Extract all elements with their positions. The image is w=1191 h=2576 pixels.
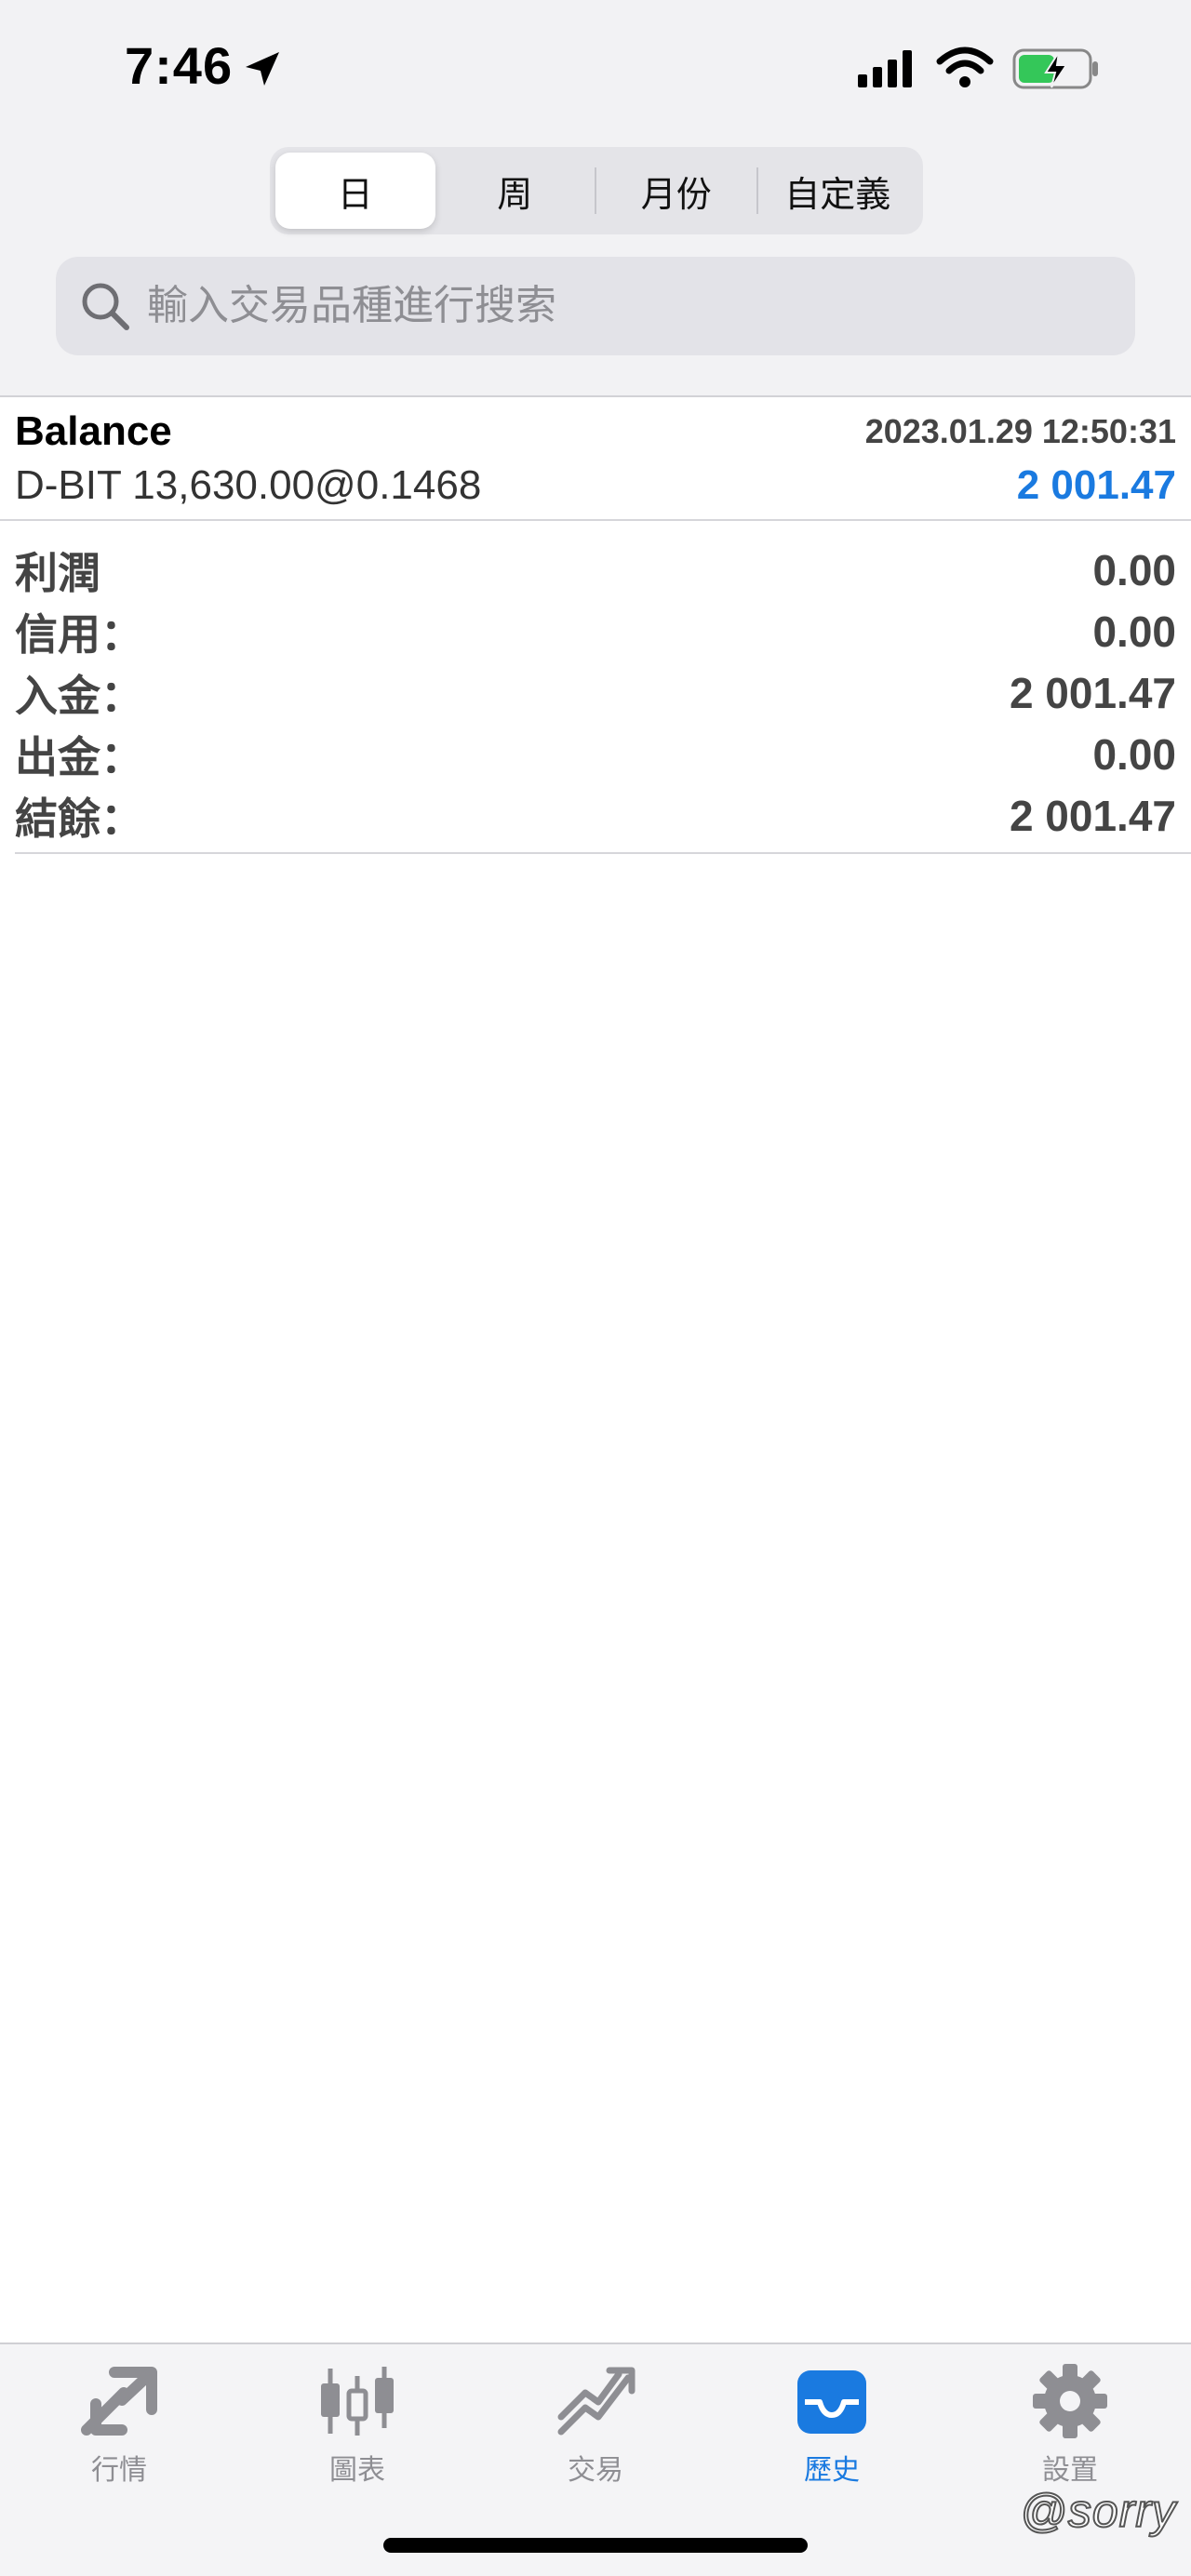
quotes-arrows-icon xyxy=(81,2367,157,2436)
search-icon xyxy=(82,283,129,330)
cellular-signal-icon xyxy=(858,50,912,87)
deal-type: Balance xyxy=(15,408,172,454)
tab-label: 交易 xyxy=(568,2455,623,2486)
summary-value: 0.00 xyxy=(1092,730,1176,779)
segment-month[interactable]: 月份 xyxy=(596,153,756,229)
summary-value: 2 001.47 xyxy=(1009,792,1176,840)
summary-label: 結餘： xyxy=(15,794,143,843)
header-area: 7:46 日 周 月份 自定義 xyxy=(0,0,1191,397)
deal-description: D-BIT 13,630.00@0.1468 xyxy=(15,462,482,508)
tab-history[interactable]: 歷史 xyxy=(748,2363,916,2503)
status-time: 7:46 xyxy=(125,36,234,95)
tab-label: 設置 xyxy=(1042,2455,1098,2486)
home-indicator[interactable] xyxy=(383,2538,808,2553)
tab-settings[interactable]: 設置 xyxy=(986,2363,1154,2503)
period-segmented-control: 日 周 月份 自定義 xyxy=(270,147,923,234)
tab-charts[interactable]: 圖表 xyxy=(274,2363,441,2503)
deal-amount: 2 001.47 xyxy=(1016,462,1176,508)
search-input[interactable] xyxy=(147,283,1115,329)
summary-panel: 利潤 0.00 信用： 0.00 入金： 2 001.47 出金： 0.00 結… xyxy=(0,540,1191,856)
segment-week[interactable]: 周 xyxy=(435,153,596,229)
summary-label: 入金： xyxy=(15,672,143,720)
battery-charging-icon xyxy=(1012,48,1098,89)
location-arrow-icon xyxy=(246,52,279,86)
segment-day[interactable]: 日 xyxy=(275,153,435,229)
watermark: @sorry xyxy=(1019,2484,1176,2538)
summary-divider xyxy=(15,852,1191,854)
tab-quotes[interactable]: 行情 xyxy=(35,2363,203,2503)
wifi-icon xyxy=(936,47,994,87)
summary-value: 0.00 xyxy=(1092,607,1176,656)
summary-label: 利潤 xyxy=(15,549,100,597)
summary-value: 2 001.47 xyxy=(1009,669,1176,717)
tab-label: 圖表 xyxy=(329,2455,385,2486)
summary-row-withdrawal: 出金： 0.00 xyxy=(15,724,1176,785)
summary-value: 0.00 xyxy=(1092,546,1176,594)
deal-row[interactable]: Balance 2023.01.29 12:50:31 D-BIT 13,630… xyxy=(0,399,1191,521)
segment-custom[interactable]: 自定義 xyxy=(758,153,918,229)
deal-timestamp: 2023.01.29 12:50:31 xyxy=(864,412,1176,450)
settings-gear-icon xyxy=(1033,2364,1107,2438)
summary-label: 出金： xyxy=(15,733,143,781)
trade-trend-icon xyxy=(557,2367,636,2436)
summary-row-profit: 利潤 0.00 xyxy=(15,540,1176,601)
summary-row-credit: 信用： 0.00 xyxy=(15,601,1176,662)
summary-row-balance: 結餘： 2 001.47 xyxy=(15,785,1176,847)
tab-label: 歷史 xyxy=(804,2455,860,2486)
search-bar[interactable] xyxy=(56,257,1135,355)
candlestick-chart-icon xyxy=(321,2367,394,2436)
summary-label: 信用： xyxy=(15,610,143,659)
tab-trade[interactable]: 交易 xyxy=(512,2363,679,2503)
history-tray-icon xyxy=(797,2370,866,2434)
summary-row-deposit: 入金： 2 001.47 xyxy=(15,662,1176,724)
tab-label: 行情 xyxy=(91,2455,147,2486)
